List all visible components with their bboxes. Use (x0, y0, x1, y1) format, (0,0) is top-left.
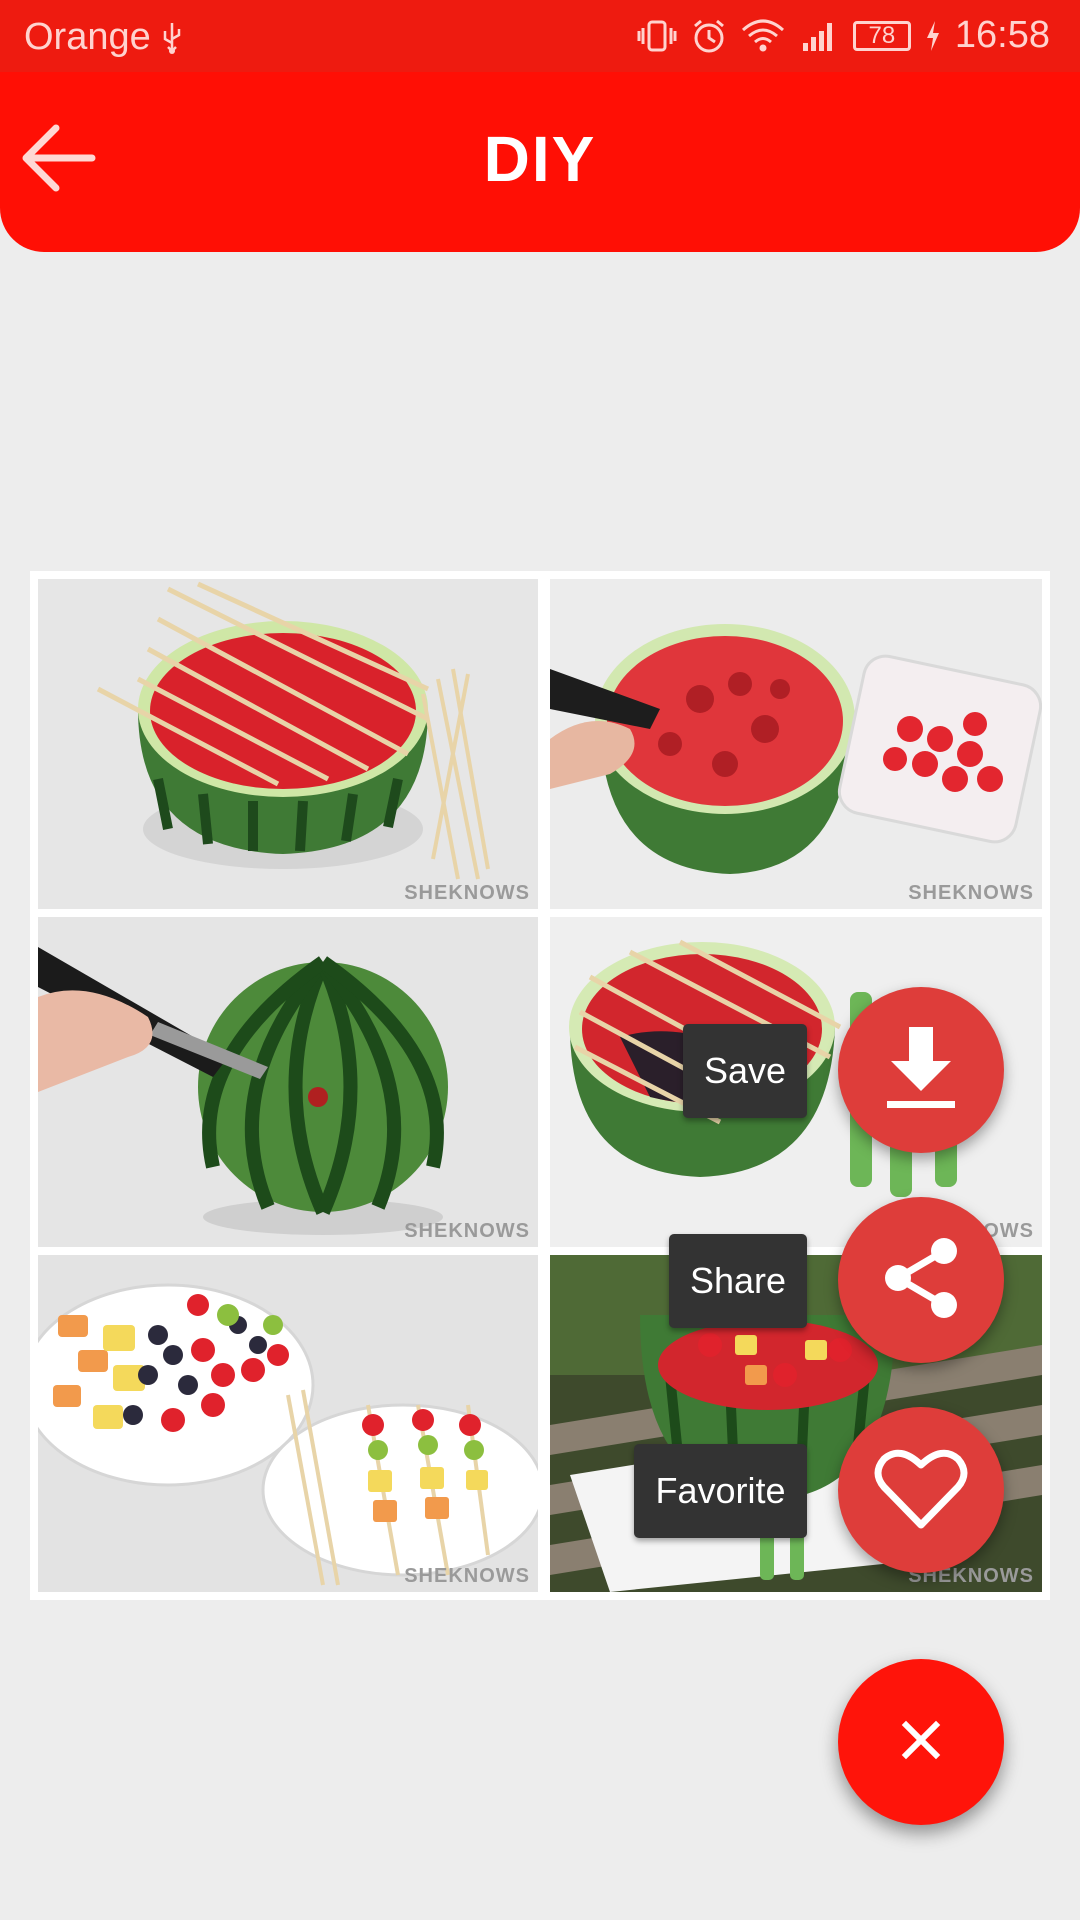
close-icon (901, 1720, 941, 1765)
carrier-name: Orange (24, 16, 151, 58)
vibrate-icon (637, 19, 677, 53)
app-bar: DIY (0, 72, 1080, 252)
page-title: DIY (483, 123, 597, 195)
watermark-text: SHEKNOWS (404, 1220, 530, 1242)
clock: 16:58 (954, 14, 1050, 56)
favorite-label-text: Favorite (655, 1470, 786, 1511)
save-label[interactable]: Save (683, 1024, 807, 1118)
share-label-text: Share (689, 1260, 787, 1301)
close-fab-button[interactable] (838, 1659, 1004, 1825)
watermark-text: SHEKNOWS (404, 882, 530, 904)
usb-icon (159, 21, 185, 55)
collage-tile-carve: SHEKNOWS (38, 917, 538, 1247)
save-label-text: Save (703, 1050, 787, 1091)
watermark-text: SHEKNOWS (908, 882, 1034, 904)
share-button[interactable] (838, 1197, 1004, 1363)
status-bar: Orange 78 16:58 (0, 0, 1080, 72)
battery-level: 78 (868, 21, 896, 49)
status-left: Orange (24, 16, 185, 59)
collage-tile-fruit-plates: SHEKNOWS (38, 1255, 538, 1592)
favorite-label[interactable]: Favorite (634, 1444, 807, 1538)
share-icon (876, 1233, 966, 1328)
battery-icon: 78 (852, 20, 911, 51)
alarm-icon (691, 18, 727, 54)
collage-tile-scoop: SHEKNOWS (550, 579, 1042, 909)
share-label[interactable]: Share (669, 1234, 807, 1328)
download-icon (881, 1023, 961, 1118)
heart-outline-icon (874, 1445, 968, 1536)
watermark-text: SHEKNOWS (404, 1565, 530, 1587)
save-button[interactable] (838, 987, 1004, 1153)
status-right: 78 16:58 (637, 14, 1050, 57)
charging-icon (925, 20, 941, 51)
wifi-icon (741, 18, 785, 54)
collage-tile-grill: SHEKNOWS (38, 579, 538, 909)
favorite-button[interactable] (838, 1407, 1004, 1573)
signal-icon (799, 19, 839, 53)
